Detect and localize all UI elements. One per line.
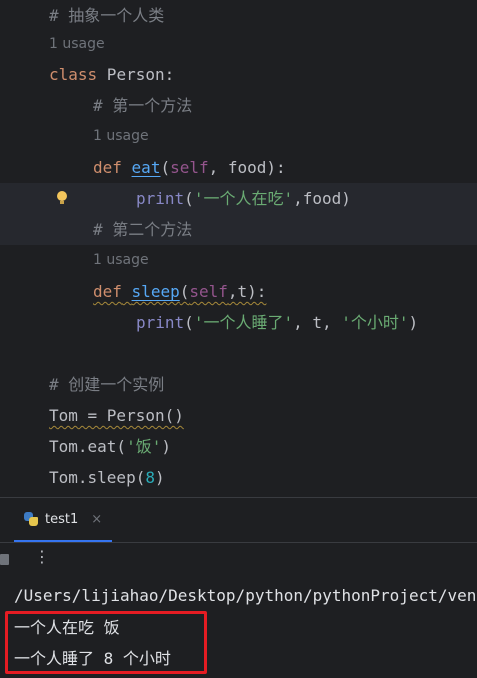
builtin-print: print bbox=[136, 189, 185, 208]
keyword-class: class bbox=[49, 65, 98, 84]
run-tab-bar: test1 × bbox=[0, 498, 477, 543]
python-file-icon bbox=[24, 512, 38, 526]
tab-label: test1 bbox=[45, 511, 79, 527]
editor-line: 1 usage bbox=[0, 29, 477, 60]
call: Tom.eat( bbox=[49, 437, 127, 456]
paren: ( bbox=[184, 313, 194, 332]
code-editor[interactable]: # 抽象一个人类 1 usage class Person: # 第一个方法 1… bbox=[0, 0, 477, 497]
method-call-sleep: Tom.sleep(8) bbox=[49, 462, 165, 493]
paren: ( bbox=[184, 189, 194, 208]
editor-line: # 抽象一个人类 bbox=[0, 0, 477, 31]
comment: # 创建一个实例 bbox=[49, 375, 165, 394]
usage-hint[interactable]: 1 usage bbox=[93, 121, 149, 152]
string-literal: '一个人在吃' bbox=[193, 189, 294, 208]
class-name: Person: bbox=[97, 65, 175, 84]
editor-line: 1 usage bbox=[0, 245, 477, 276]
editor-line: print('一个人睡了', t, '个小时') bbox=[0, 307, 477, 338]
highlight-box bbox=[5, 611, 207, 674]
editor-line-current: print('一个人在吃',food) bbox=[0, 183, 477, 214]
more-options-icon[interactable]: ⋮ bbox=[34, 547, 50, 566]
paren: ) bbox=[161, 437, 171, 456]
args: , t, bbox=[293, 313, 342, 332]
keyword-def: def bbox=[93, 158, 122, 177]
close-icon[interactable]: × bbox=[91, 512, 102, 527]
editor-line: def sleep(self,t): bbox=[0, 276, 477, 307]
string-literal: '一个人睡了' bbox=[193, 313, 294, 332]
run-toolbar: ⋮ bbox=[0, 543, 477, 575]
paren: ) bbox=[154, 468, 165, 487]
assignment: Tom = Person() bbox=[49, 406, 184, 425]
builtin-print: print bbox=[136, 313, 185, 332]
string-literal: '个小时' bbox=[341, 313, 409, 332]
console-output-line: /Users/lijiahao/Desktop/python/pythonPro… bbox=[14, 586, 477, 605]
editor-line: 1 usage bbox=[0, 121, 477, 152]
editor-line: Tom.eat('饭') bbox=[0, 431, 477, 462]
string-literal: '饭' bbox=[126, 437, 162, 456]
editor-line: # 第二个方法 bbox=[0, 214, 477, 245]
method-def-sleep: def sleep(self,t): bbox=[93, 276, 266, 307]
paren: ( bbox=[160, 158, 171, 177]
params: , food): bbox=[208, 158, 286, 177]
editor-line: # 创建一个实例 bbox=[0, 369, 477, 400]
comment: # 第二个方法 bbox=[93, 220, 193, 239]
number-literal: 8 bbox=[145, 468, 155, 487]
params: ,t): bbox=[227, 282, 267, 301]
print-call: print('一个人睡了', t, '个小时') bbox=[136, 307, 418, 338]
args: ,food) bbox=[293, 189, 351, 208]
function-name[interactable]: eat bbox=[132, 158, 161, 177]
comment: # 抽象一个人类 bbox=[49, 6, 165, 25]
usage-hint[interactable]: 1 usage bbox=[49, 29, 105, 60]
usage-hint[interactable]: 1 usage bbox=[93, 245, 149, 276]
paren: ( bbox=[179, 282, 190, 301]
editor-line: def eat(self, food): bbox=[0, 152, 477, 183]
editor-line: # 第一个方法 bbox=[0, 90, 477, 121]
call: Tom.sleep( bbox=[49, 468, 146, 487]
keyword-def: def bbox=[93, 282, 122, 301]
class-declaration: class Person: bbox=[49, 59, 174, 90]
editor-line: Tom = Person() bbox=[0, 400, 477, 431]
method-call-eat: Tom.eat('饭') bbox=[49, 431, 171, 462]
self-param: self bbox=[189, 282, 228, 301]
print-call: print('一个人在吃',food) bbox=[136, 183, 351, 214]
comment: # 第一个方法 bbox=[93, 96, 193, 115]
method-def-eat: def eat(self, food): bbox=[93, 152, 286, 183]
stop-icon[interactable] bbox=[0, 554, 9, 565]
lightbulb-icon[interactable] bbox=[57, 191, 67, 205]
paren: ) bbox=[408, 313, 419, 332]
function-name[interactable]: sleep bbox=[132, 282, 180, 301]
editor-line: class Person: bbox=[0, 59, 477, 90]
tab-test1[interactable]: test1 × bbox=[14, 498, 113, 542]
editor-line: Tom.sleep(8) bbox=[0, 462, 477, 493]
self-param: self bbox=[170, 158, 209, 177]
